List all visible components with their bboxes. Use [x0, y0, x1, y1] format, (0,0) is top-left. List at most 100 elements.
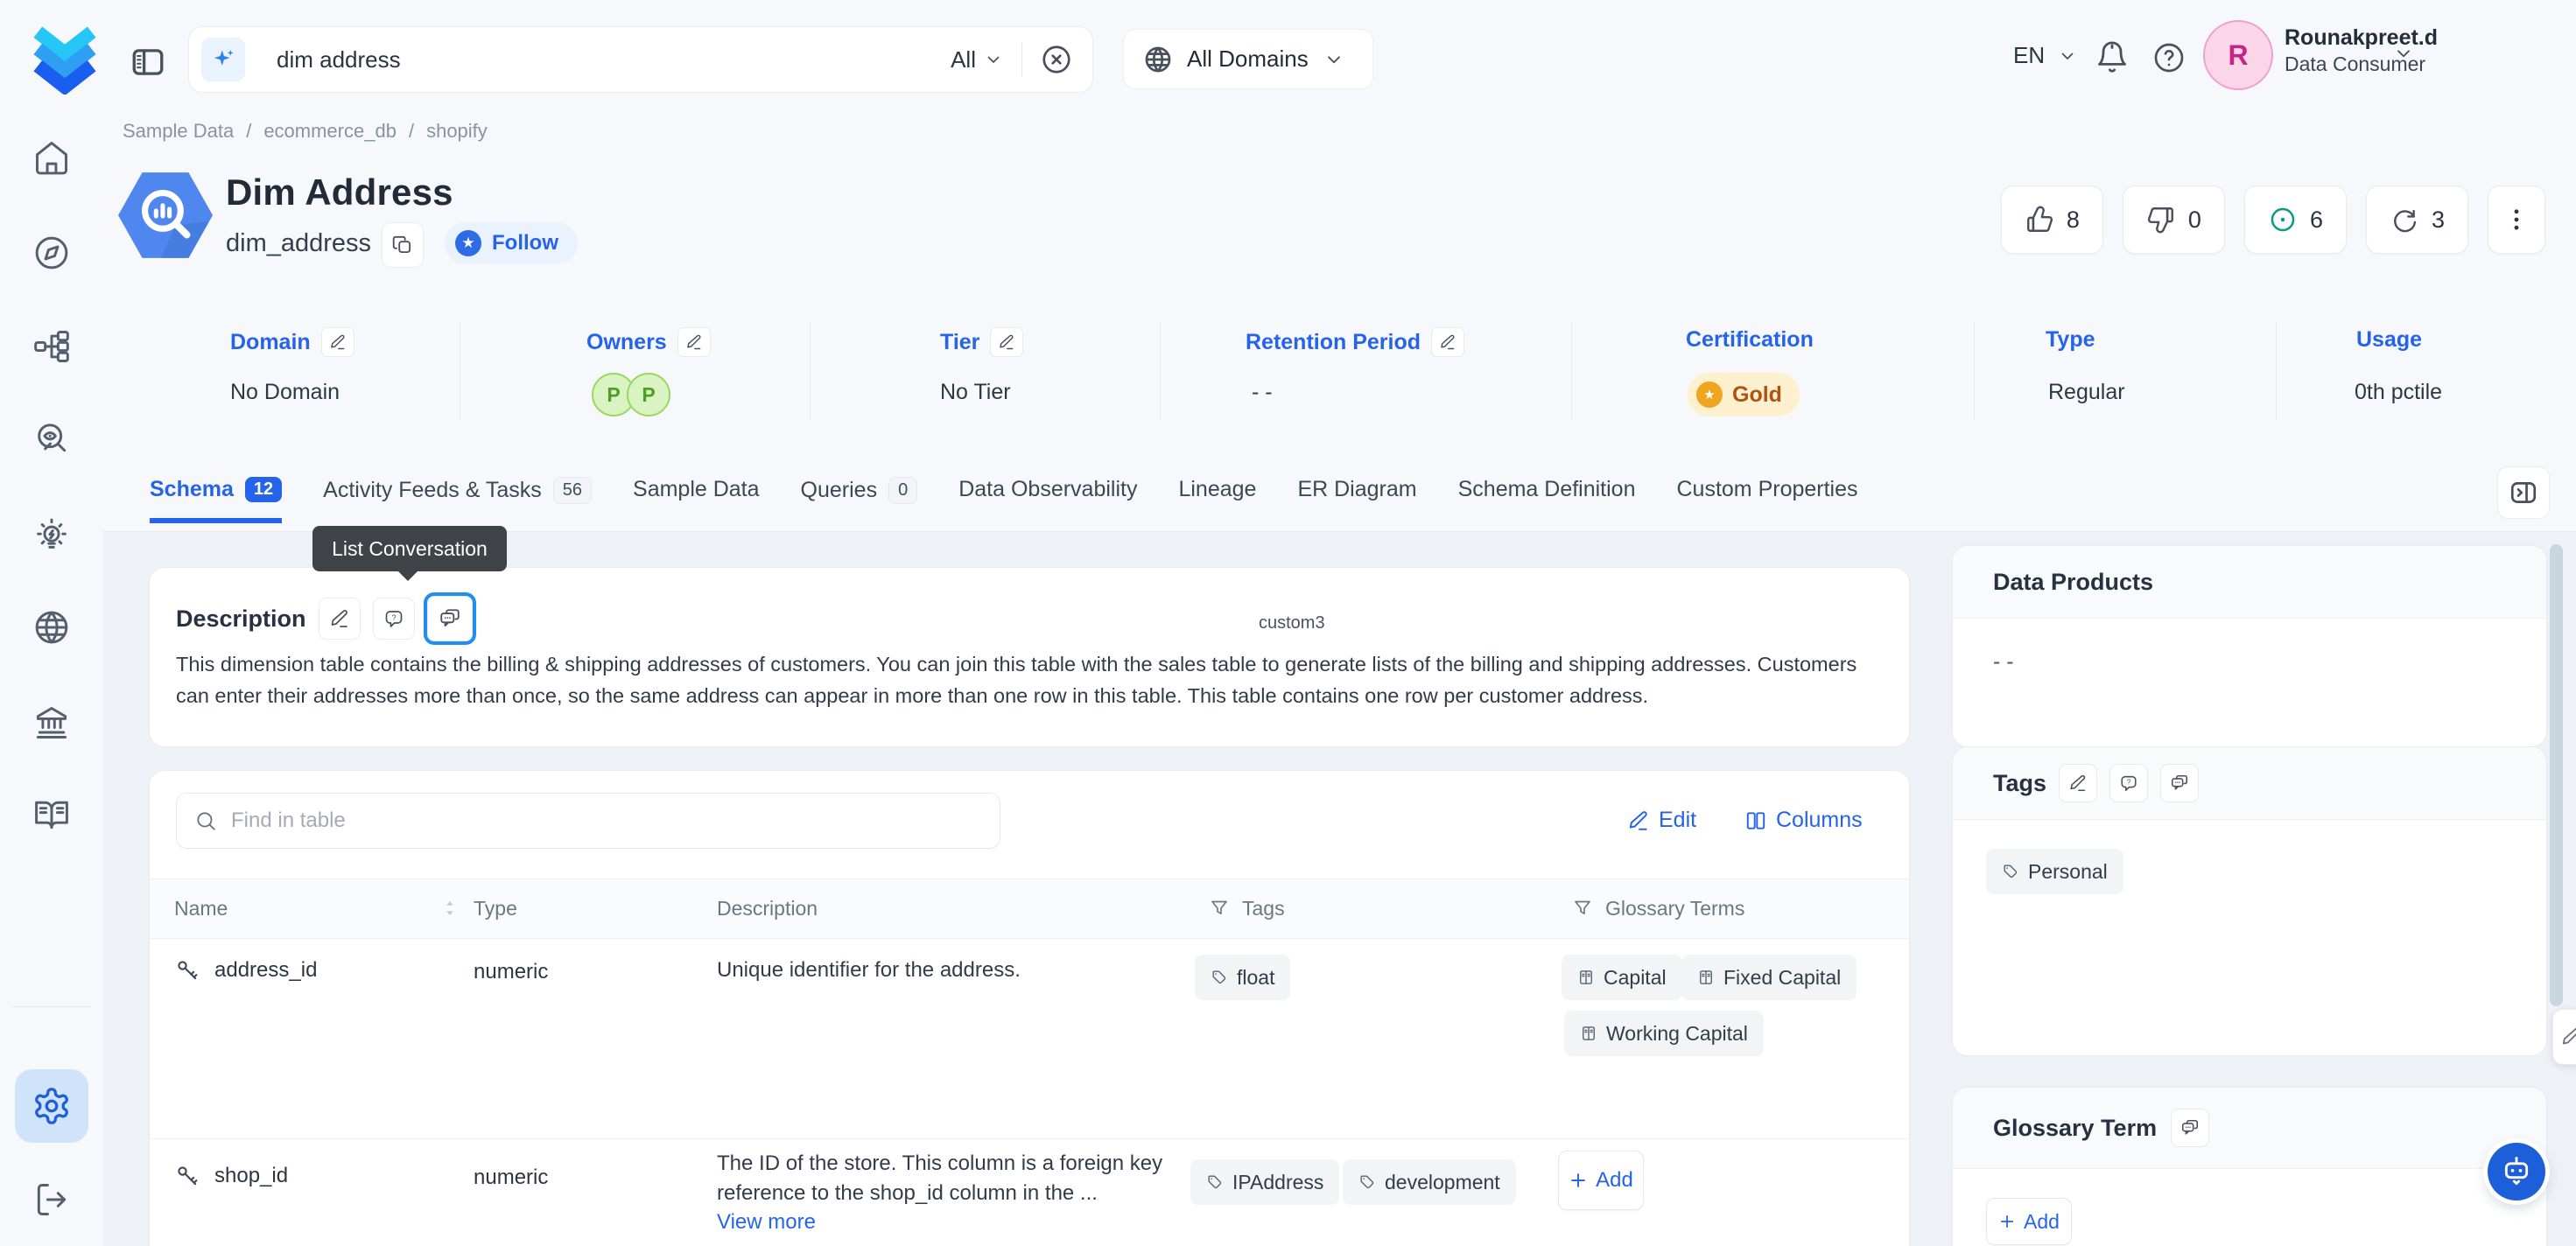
user-avatar[interactable]: R — [2203, 20, 2273, 90]
sidebar-item-lineage[interactable] — [32, 327, 71, 366]
upvote-button[interactable]: 8 — [2001, 186, 2103, 254]
sidebar-item-explore[interactable] — [32, 234, 71, 272]
language-dropdown[interactable]: EN — [2013, 42, 2078, 69]
edit-owners-button[interactable] — [677, 327, 711, 357]
search-scope-dropdown[interactable]: All — [951, 46, 1004, 74]
column-name-cell[interactable]: address_id — [174, 957, 317, 984]
column-header-glossary-terms[interactable]: Glossary Terms — [1605, 897, 1744, 920]
tab-sample-data[interactable]: Sample Data — [633, 477, 760, 518]
edit-retention-button[interactable] — [1431, 327, 1464, 357]
tab-lineage[interactable]: Lineage — [1178, 477, 1256, 518]
edit-columns-button[interactable]: Edit — [1627, 808, 1696, 833]
column-description-cell: Unique identifier for the address. — [717, 958, 1190, 983]
copy-name-button[interactable] — [382, 222, 424, 268]
glossary-conversation-button[interactable] — [2171, 1109, 2209, 1147]
table-row[interactable]: address_id numeric Unique identifier for… — [150, 937, 1909, 1139]
help-button[interactable] — [2151, 40, 2186, 75]
add-glossary-term-button[interactable]: Add — [1558, 1151, 1644, 1210]
tab-activity-feeds-tasks[interactable]: Activity Feeds & Tasks 56 — [323, 477, 592, 520]
sidebar-item-home[interactable] — [32, 138, 71, 177]
activity-button[interactable]: 3 — [2366, 186, 2468, 254]
tags-edit-button[interactable] — [2059, 764, 2097, 802]
logo-chevrons-icon — [28, 21, 102, 94]
find-in-table-input[interactable] — [229, 808, 982, 834]
sidebar-item-logout[interactable] — [32, 1180, 71, 1219]
breadcrumb-item-connection[interactable]: Sample Data — [123, 120, 234, 143]
glossary-term-chip[interactable]: Fixed Capital — [1681, 955, 1857, 1000]
breadcrumb-item-schema[interactable]: shopify — [426, 120, 488, 143]
edge-edit-button[interactable] — [2552, 1009, 2576, 1065]
glossary-term-header: Glossary Term — [1953, 1088, 2546, 1169]
app-logo[interactable] — [28, 21, 102, 94]
page-scrollbar[interactable] — [2550, 544, 2563, 1006]
notifications-button[interactable] — [2094, 38, 2130, 75]
watch-button[interactable]: 6 — [2244, 186, 2347, 254]
breadcrumb-item-database[interactable]: ecommerce_db — [263, 120, 397, 143]
sidebar-collapse-button[interactable] — [130, 44, 166, 80]
sidebar-item-domains[interactable] — [32, 608, 71, 647]
description-request-button[interactable]: ? — [373, 598, 415, 640]
filter-icon[interactable] — [1572, 898, 1593, 919]
user-menu-chevron[interactable] — [2392, 42, 2415, 65]
tag-icon — [1206, 1173, 1224, 1191]
follow-button[interactable]: ★ Follow — [445, 222, 578, 264]
sidebar-item-insights[interactable] — [32, 516, 71, 555]
column-header-type[interactable]: Type — [474, 897, 517, 920]
tab-schema-definition[interactable]: Schema Definition — [1458, 477, 1636, 518]
downvote-button[interactable]: 0 — [2123, 186, 2225, 254]
search-clear-button[interactable] — [1040, 43, 1073, 76]
edit-domain-button[interactable] — [321, 327, 354, 357]
manage-columns-button[interactable]: Columns — [1744, 808, 1863, 833]
tag-chip[interactable]: development — [1343, 1159, 1516, 1205]
ai-sparkle-icon[interactable] — [201, 38, 245, 81]
tab-queries[interactable]: Queries 0 — [801, 477, 918, 520]
svg-text:?: ? — [2127, 779, 2131, 787]
column-header-description[interactable]: Description — [717, 897, 818, 920]
owner-avatar[interactable]: P — [627, 373, 670, 416]
key-icon — [174, 957, 200, 984]
conversations-icon — [2180, 1118, 2200, 1138]
sidebar-item-settings[interactable] — [15, 1069, 88, 1143]
sidebar-item-glossary[interactable] — [32, 795, 71, 834]
glossary-book-icon — [1697, 969, 1715, 986]
glossary-term-chip[interactable]: Working Capital — [1564, 1011, 1764, 1056]
add-glossary-term-button[interactable]: Add — [1986, 1198, 2072, 1245]
chevron-down-icon — [2057, 46, 2078, 66]
column-name-cell[interactable]: shop_id — [174, 1163, 288, 1189]
more-actions-button[interactable] — [2488, 186, 2545, 254]
owners-avatars[interactable]: P P — [592, 373, 670, 416]
tag-chip[interactable]: float — [1195, 955, 1290, 1000]
activity-count-badge: 56 — [553, 477, 592, 504]
tab-er-diagram[interactable]: ER Diagram — [1297, 477, 1416, 518]
chatbot-button[interactable] — [2488, 1143, 2545, 1200]
pencil-icon — [1439, 333, 1456, 351]
question-bubble-icon: ? — [383, 608, 404, 629]
column-header-tags[interactable]: Tags — [1242, 897, 1285, 920]
sort-icon[interactable] — [439, 895, 461, 921]
tab-schema[interactable]: Schema 12 — [150, 477, 282, 523]
edit-tier-button[interactable] — [990, 327, 1023, 357]
sidebar-item-observability[interactable] — [32, 419, 71, 458]
tags-request-button[interactable]: ? — [2109, 764, 2148, 802]
plus-icon — [1998, 1213, 2016, 1230]
description-conversation-button[interactable] — [427, 596, 473, 641]
column-header-name[interactable]: Name — [174, 897, 228, 920]
table-row[interactable]: shop_id numeric The ID of the store. Thi… — [150, 1138, 1909, 1246]
tag-chip[interactable]: Personal — [1986, 849, 2123, 894]
domains-filter-dropdown[interactable]: All Domains — [1123, 29, 1373, 89]
tab-data-observability[interactable]: Data Observability — [958, 477, 1137, 518]
tab-custom-properties[interactable]: Custom Properties — [1677, 477, 1858, 518]
glossary-term-chip[interactable]: Capital — [1562, 955, 1682, 1000]
copy-icon — [391, 234, 414, 256]
search-input[interactable] — [245, 46, 951, 74]
description-edit-button[interactable] — [319, 598, 361, 640]
tag-chip[interactable]: IPAddress — [1190, 1159, 1339, 1205]
sidebar-item-governance[interactable] — [32, 704, 71, 742]
filter-icon[interactable] — [1209, 898, 1230, 919]
data-products-card: Data Products - - — [1952, 545, 2547, 747]
tags-conversation-button[interactable] — [2160, 764, 2199, 802]
view-more-link[interactable]: View more — [717, 1210, 816, 1235]
collapse-right-panel-button[interactable] — [2497, 466, 2550, 519]
tier-label: Tier — [940, 327, 1023, 357]
description-title: Description — [176, 606, 306, 633]
